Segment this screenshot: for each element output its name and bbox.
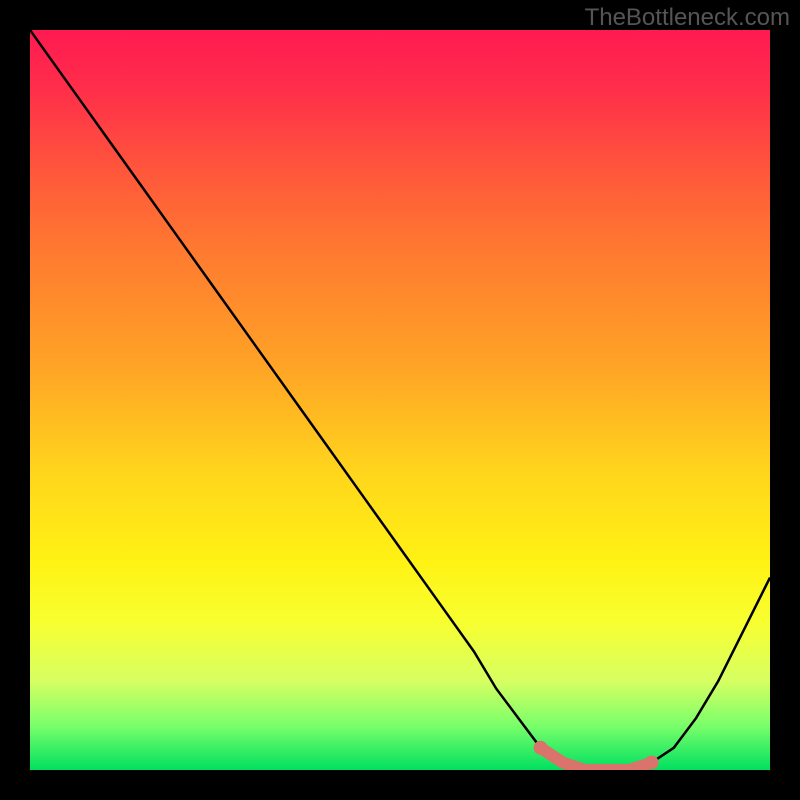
chart-plot-area (30, 30, 770, 770)
optimal-range-highlight (30, 30, 770, 770)
watermark-text: TheBottleneck.com (585, 4, 790, 32)
